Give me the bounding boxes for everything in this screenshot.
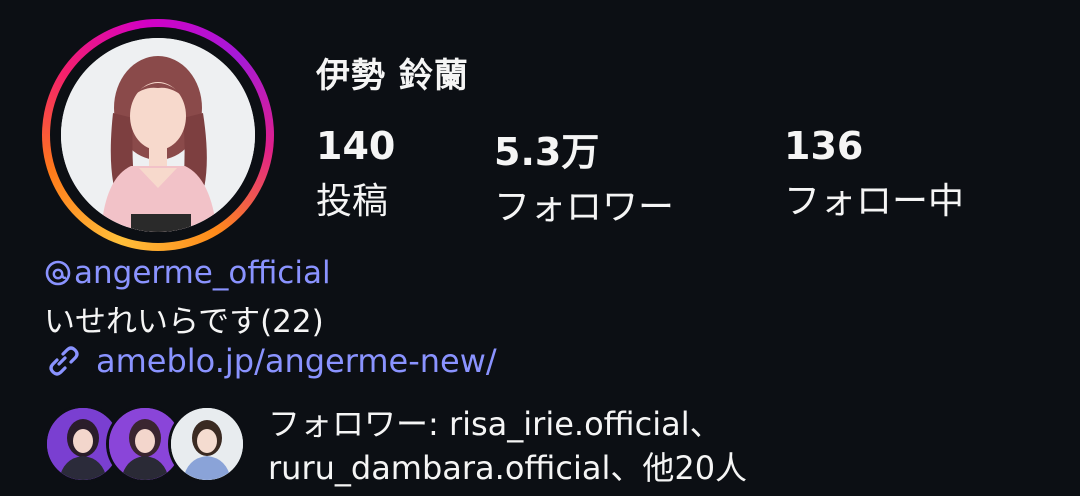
profile-display-name: 伊勢 鈴蘭 [316, 56, 469, 96]
following-label: フォロー中 [784, 181, 965, 222]
link-icon [49, 346, 79, 376]
stat-following[interactable]: 136 フォロー中 [784, 122, 964, 226]
follower-photo-icon [171, 408, 243, 480]
profile-photo-icon [61, 38, 255, 232]
website-url: ameblo.jp/angerme-new/ [96, 342, 497, 380]
stat-posts[interactable]: 140 投稿 [316, 122, 395, 226]
followed-by-line-1: フォロワー: risa_irie.official、 [268, 405, 722, 443]
threads-icon [45, 260, 71, 286]
website-link[interactable]: ameblo.jp/angerme-new/ [44, 342, 497, 380]
mutual-follower-avatar [168, 405, 246, 483]
following-count: 136 [784, 124, 864, 168]
stat-followers[interactable]: 5.3万 フォロワー [494, 128, 674, 232]
followed-by-line-2: ruru_dambara.official、他20人 [268, 449, 748, 487]
posts-count: 140 [316, 124, 396, 168]
followers-count: 5.3万 [494, 130, 600, 174]
profile-bio: いせれいらです(22) [44, 304, 324, 340]
threads-handle: angerme_official [74, 255, 331, 291]
mutual-followers-avatars[interactable] [44, 405, 246, 485]
followers-label: フォロワー [494, 187, 675, 228]
followed-by-text[interactable]: フォロワー: risa_irie.official、 ruru_dambara.… [268, 402, 828, 490]
profile-avatar[interactable] [61, 38, 255, 232]
posts-label: 投稿 [316, 181, 389, 222]
profile-avatar-ring[interactable] [42, 19, 274, 251]
threads-profile-link[interactable]: angerme_official [44, 255, 331, 291]
